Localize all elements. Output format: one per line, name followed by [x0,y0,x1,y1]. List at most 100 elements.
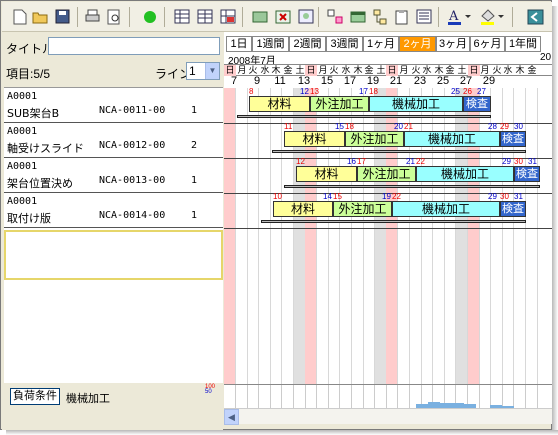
date-marker: 11 [284,122,293,131]
day-number: 23 [413,75,427,87]
part-number: NCA-0011-00 [99,105,166,116]
list-icon[interactable] [414,7,433,26]
layout-3-icon[interactable] [218,7,237,26]
date-marker: 22 [416,157,425,166]
date-marker: 19 [382,192,391,201]
grid-line [537,88,538,384]
layout-1-icon[interactable] [172,7,191,26]
item-code: A0001 [7,161,38,172]
table-row[interactable]: A0001 取付け版 NCA-0014-00 1 [4,193,223,228]
date-marker: 31 [514,192,523,201]
material-bar[interactable]: 材料 [273,201,333,217]
date-marker: 14 [323,192,332,201]
load-grid-line [479,385,480,408]
outsource-bar[interactable]: 外注加工 [357,166,416,182]
date-marker: 26 [463,87,472,96]
load-grid-line [537,385,538,408]
load-grid-line [525,385,526,408]
day-number-row: 7 9 11 13 15 17 19 21 23 25 27 29 [224,76,552,88]
weekday-label: 水 [503,65,513,75]
svg-text:A: A [448,9,459,24]
gantt-panel: 1日 1週間 2週間 3週間 1ヶ月 2ヶ月 3ヶ月 6ヶ月 1年間 2008年7月 20 日月… [224,32,552,408]
date-marker: 31 [528,157,537,166]
print-icon[interactable] [83,7,102,26]
new-icon[interactable] [10,7,29,26]
green-box-icon[interactable] [250,7,269,26]
outsource-bar[interactable]: 外注加工 [345,131,404,147]
row-divider [224,228,552,229]
chevron-down-icon[interactable]: ▼ [205,63,219,79]
print-preview-icon[interactable] [105,7,124,26]
machine-bar[interactable]: 機械加工 [392,201,500,217]
line-select[interactable]: 1 ▼ [186,62,220,80]
outsource-bar[interactable]: 外注加工 [310,96,369,112]
tab-period[interactable]: 3ヶ月 [436,36,470,52]
tab-period[interactable]: 1日 [226,36,252,52]
date-marker: 30 [514,157,523,166]
fill-color-icon[interactable] [478,7,505,26]
load-grid-line [305,385,306,408]
day-number: 19 [366,75,380,87]
tab-period[interactable]: 1ヶ月 [363,36,399,52]
horizontal-scrollbar[interactable]: ◀ [224,408,552,425]
font-color-icon[interactable]: A [445,7,472,26]
load-grid-line [328,385,329,408]
weekday-label: 金 [527,65,537,75]
material-bar[interactable]: 材料 [249,96,310,112]
date-marker: 25 [451,87,460,96]
inspect-bar[interactable]: 検査 [500,201,526,217]
calendar-header: 2008年7月 20 日月火水木金土日月火水木金土日月火水木金土日月火水木金 7… [224,52,552,88]
inspect-bar[interactable]: 検査 [463,96,491,112]
load-grid-line [513,385,514,408]
selected-empty-row[interactable] [4,230,223,280]
material-bar[interactable]: 材料 [296,166,357,182]
plan-bar [284,185,540,188]
plan-bar [272,150,526,153]
exit-icon[interactable] [526,7,545,26]
clipboard-icon[interactable] [392,7,411,26]
date-marker: 30 [500,192,509,201]
open-icon[interactable] [31,7,50,26]
tree-icon[interactable] [370,7,389,26]
machine-bar[interactable]: 機械加工 [416,166,514,182]
table-row[interactable]: A0001 SUB架台B NCA-0011-00 1 [4,88,223,123]
date-marker: 12 [296,157,305,166]
excel-icon[interactable] [273,7,292,26]
image-icon[interactable] [296,7,315,26]
machine-bar[interactable]: 機械加工 [404,131,500,147]
load-grid-line [409,385,410,408]
inspect-bar[interactable]: 検査 [500,131,526,147]
layout-2-icon[interactable] [195,7,214,26]
date-marker: 15 [335,122,344,131]
tab-period[interactable]: 3週間 [326,36,363,52]
table-row[interactable]: A0001 軸受けスライド NCA-0012-00 2 [4,123,223,158]
day-number: 7 [230,75,238,87]
part-number: NCA-0013-00 [99,175,166,186]
material-bar[interactable]: 材料 [284,131,345,147]
inspect-bar[interactable]: 検査 [514,166,540,182]
plan-bar [237,115,491,118]
scroll-left-icon[interactable]: ◀ [224,409,239,425]
run-icon[interactable] [140,7,159,26]
load-grid-line [281,385,282,408]
tab-period[interactable]: 2ヶ月 [399,36,436,52]
sort-icon[interactable] [325,7,344,26]
tab-period[interactable]: 1年間 [505,36,541,52]
window-icon[interactable] [348,7,367,26]
table-row[interactable]: A0001 架台位置決め NCA-0013-00 1 [4,158,223,193]
title-input[interactable] [48,37,220,55]
load-grid-line [363,385,364,408]
load-grid-line [235,385,236,408]
machine-bar[interactable]: 機械加工 [369,96,463,112]
tab-period[interactable]: 1週間 [252,36,289,52]
date-marker: 29 [488,192,497,201]
outsource-bar[interactable]: 外注加工 [333,201,392,217]
load-condition-button[interactable]: 負荷条件 [10,388,60,405]
app-window: A タイトル 項目:5/5 ライン 1 ▼ A0001 SUB架台B NCA-00… [0,0,552,430]
tab-period[interactable]: 6ヶ月 [470,36,505,52]
quantity: 2 [191,140,198,151]
scale-bottom: 50 [205,389,212,395]
save-icon[interactable] [53,7,72,26]
load-grid-line [316,385,317,408]
tab-period[interactable]: 2週間 [289,36,326,52]
